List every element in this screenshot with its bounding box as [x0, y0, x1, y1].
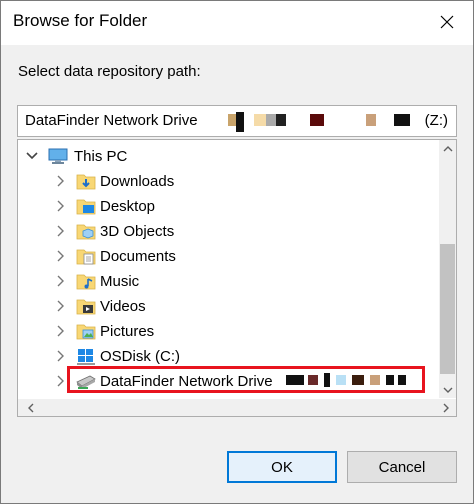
chevron-right-icon — [443, 403, 449, 412]
path-text: DataFinder Network Drive — [25, 112, 198, 129]
chevron-right-icon[interactable] — [52, 198, 68, 214]
chevron-right-icon[interactable] — [52, 273, 68, 289]
tree-item-label: Documents — [100, 248, 176, 265]
tree-item-label: Music — [100, 273, 140, 290]
scroll-up-button[interactable] — [439, 140, 456, 157]
documents-folder-icon — [76, 249, 96, 265]
cancel-button[interactable]: Cancel — [347, 451, 457, 483]
tree-item-label: Downloads — [100, 173, 175, 190]
desktop-folder-icon — [76, 199, 96, 215]
redacted-block — [266, 114, 276, 126]
browse-for-folder-dialog: Browse for Folder Select data repository… — [0, 0, 474, 504]
tree-item-3d-objects[interactable]: 3D Objects — [18, 219, 428, 244]
tree-item-music[interactable]: Music — [18, 269, 428, 294]
title-bar: Browse for Folder — [1, 1, 473, 45]
chevron-right-icon[interactable] — [52, 248, 68, 264]
dialog-title: Browse for Folder — [13, 11, 148, 30]
redacted-block — [254, 114, 266, 126]
close-icon — [440, 15, 454, 29]
select-path-prompt: Select data repository path: — [18, 63, 201, 80]
chevron-down-icon — [443, 387, 452, 393]
windows-drive-icon — [77, 349, 95, 365]
selection-highlight — [67, 366, 425, 393]
redacted-block — [310, 114, 324, 126]
tree-item-downloads[interactable]: Downloads — [18, 169, 428, 194]
tree-item-videos[interactable]: Videos — [18, 294, 428, 319]
path-drive-letter: (Z:) — [424, 112, 448, 129]
path-field: DataFinder Network Drive (Z:) — [17, 105, 457, 137]
tree-item-label: Pictures — [100, 323, 155, 340]
chevron-right-icon[interactable] — [52, 373, 68, 389]
chevron-right-icon[interactable] — [52, 298, 68, 314]
vertical-scroll-thumb[interactable] — [440, 244, 455, 374]
tree-item-label: Videos — [100, 298, 146, 315]
tree-item-desktop[interactable]: Desktop — [18, 194, 428, 219]
videos-folder-icon — [76, 299, 96, 315]
tree-item-label: Desktop — [100, 198, 156, 215]
tree-item-label: OSDisk (C:) — [100, 348, 180, 365]
music-folder-icon — [76, 274, 96, 290]
chevron-right-icon[interactable] — [52, 223, 68, 239]
redacted-block — [276, 114, 286, 126]
redacted-block — [394, 114, 410, 126]
ok-button[interactable]: OK — [227, 451, 337, 483]
chevron-up-icon — [443, 145, 452, 151]
redacted-block — [236, 112, 244, 132]
scroll-right-button[interactable] — [437, 399, 454, 416]
close-button[interactable] — [427, 3, 467, 41]
tree-item-label: 3D Objects — [100, 223, 175, 240]
tree-item-this-pc[interactable]: This PC — [18, 144, 428, 169]
3d-objects-folder-icon — [76, 224, 96, 240]
scroll-left-button[interactable] — [22, 399, 39, 416]
tree-item-pictures[interactable]: Pictures — [18, 319, 428, 344]
chevron-right-icon[interactable] — [52, 348, 68, 364]
folder-tree: This PC Downloads Desktop 3D Objects Doc… — [17, 139, 457, 417]
tree-item-documents[interactable]: Documents — [18, 244, 428, 269]
chevron-right-icon[interactable] — [52, 323, 68, 339]
scroll-down-button[interactable] — [439, 381, 456, 398]
pictures-folder-icon — [76, 324, 96, 340]
vertical-scrollbar[interactable] — [439, 140, 456, 398]
chevron-down-icon[interactable] — [24, 148, 40, 164]
chevron-left-icon — [27, 403, 33, 412]
downloads-folder-icon — [76, 174, 96, 190]
chevron-right-icon[interactable] — [52, 173, 68, 189]
tree-item-label: This PC — [74, 148, 128, 165]
redacted-block — [366, 114, 376, 126]
this-pc-icon — [48, 148, 68, 164]
horizontal-scrollbar[interactable] — [18, 399, 456, 416]
